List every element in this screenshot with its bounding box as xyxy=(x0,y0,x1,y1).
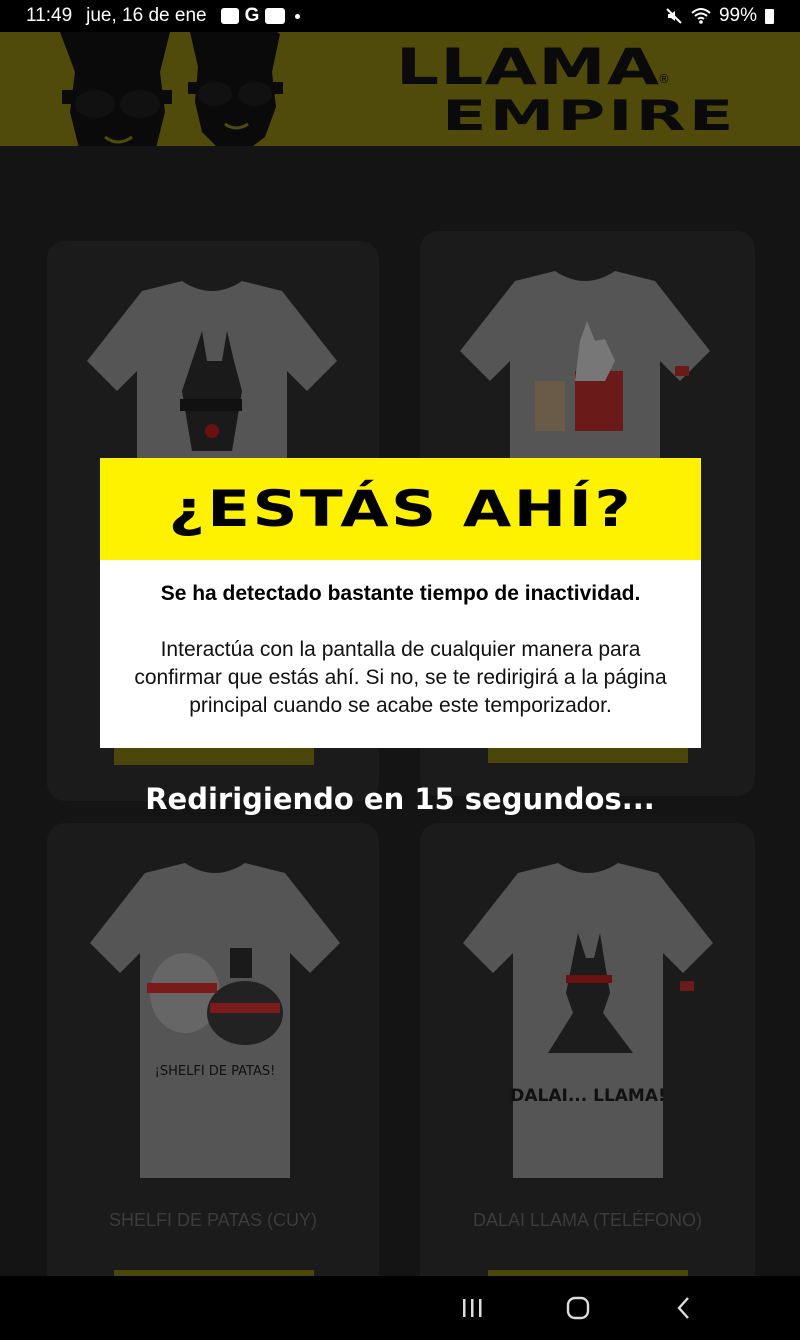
llama-logo-icon[interactable] xyxy=(40,32,300,146)
brand-wordmark[interactable]: LLAMA EMPIRE ® xyxy=(396,42,733,136)
product-card[interactable]: DALAI... LLAMA! DALAI LLAMA (TELÉFONO) xyxy=(420,823,755,1294)
status-bar: 11:49 jue, 16 de ene G 99% xyxy=(0,0,800,32)
product-name: SHELFI DE PATAS (CUY) xyxy=(108,1210,318,1230)
dialog-title: ¿ESTÁS AHÍ? xyxy=(168,480,633,538)
google-icon: G xyxy=(244,5,260,26)
dialog-message: Interactúa con la pantalla de cualquier … xyxy=(134,638,667,717)
wifi-icon xyxy=(691,8,711,24)
inactivity-dialog[interactable]: ¿ESTÁS AHÍ? Se ha detectado bastante tie… xyxy=(100,458,701,748)
dot-icon xyxy=(295,13,301,19)
dialog-header: ¿ESTÁS AHÍ? xyxy=(100,458,701,560)
recents-icon[interactable] xyxy=(461,1298,483,1318)
tshirt-image: DALAI... LLAMA! xyxy=(463,863,713,1178)
print-text: DALAI... LLAMA! xyxy=(510,1086,666,1106)
redirect-countdown: Redirigiendo en 15 segundos... xyxy=(145,782,655,816)
youtube-icon xyxy=(265,8,286,24)
tshirt-image: ¡SHELFI DE PATAS! xyxy=(90,863,340,1178)
print-text: ¡SHELFI DE PATAS! xyxy=(155,1064,276,1079)
product-card[interactable]: ¡SHELFI DE PATAS! SHELFI DE PATAS (CUY) xyxy=(47,823,379,1294)
navigation-bar xyxy=(0,1276,800,1340)
back-icon[interactable] xyxy=(676,1296,692,1320)
dialog-subtitle: Se ha detectado bastante tiempo de inact… xyxy=(160,582,641,605)
status-date: jue, 16 de ene xyxy=(86,5,207,26)
mute-icon xyxy=(666,8,682,24)
battery-percent: 99% xyxy=(718,5,757,26)
registered-mark: ® xyxy=(658,72,670,86)
status-time: 11:49 xyxy=(26,5,73,26)
home-icon[interactable] xyxy=(566,1296,590,1320)
battery-icon xyxy=(765,8,774,24)
site-header: LLAMA EMPIRE ® xyxy=(0,32,800,146)
product-name: DALAI LLAMA (TELÉFONO) xyxy=(472,1210,703,1230)
gallery-icon xyxy=(220,8,239,24)
brand-line2: EMPIRE xyxy=(442,90,737,140)
